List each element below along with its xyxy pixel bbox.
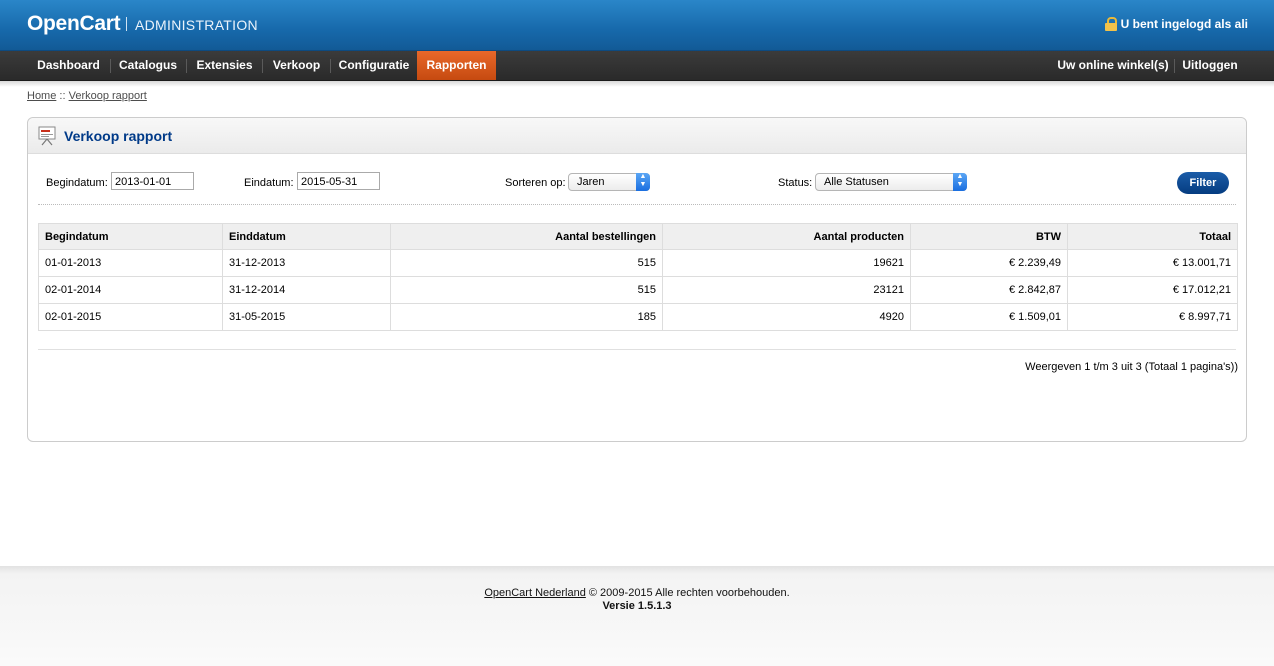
table-row: 02-01-2014 31-12-2014 515 23121 € 2.842,… [38,276,1238,304]
menu-rapporten[interactable]: Rapporten [417,51,496,80]
panel-header: Verkoop rapport [28,118,1246,154]
chevron-updown-icon: ▲ ▼ [953,173,967,191]
footer-link[interactable]: OpenCart Nederland [484,587,586,599]
breadcrumb: Home :: Verkoop rapport [27,90,147,102]
page-title: Verkoop rapport [64,128,173,144]
sort-label: Sorteren op: [505,177,566,189]
footer-version: Versie 1.5.1.3 [602,600,672,612]
cell-tax: € 2.842,87 [910,276,1068,304]
login-text: U bent ingelogd als ali [1120,17,1248,31]
start-date-input[interactable]: 2013-01-01 [111,172,194,190]
cell-start-date: 02-01-2014 [38,276,223,304]
table-header-row: Begindatum Einddatum Aantal bestellingen… [38,223,1238,250]
cell-end-date: 31-05-2015 [222,303,391,331]
header-bar: OpenCart ADMINISTRATION U bent ingelogd … [0,0,1274,51]
lock-icon [1104,17,1117,31]
col-orders[interactable]: Aantal bestellingen [390,223,663,250]
cell-orders: 515 [390,276,663,304]
filter-button[interactable]: Filter [1177,172,1229,194]
cell-products: 19621 [662,249,911,277]
menu-online-shop[interactable]: Uw online winkel(s) [1053,51,1173,80]
cell-total: € 17.012,21 [1067,276,1238,304]
main-menu: Dashboard Catalogus Extensies Verkoop Co… [0,51,1274,81]
report-table: Begindatum Einddatum Aantal bestellingen… [38,223,1238,331]
cell-start-date: 02-01-2015 [38,303,223,331]
cell-products: 23121 [662,276,911,304]
sort-value: Jaren [577,176,605,188]
cell-total: € 8.997,71 [1067,303,1238,331]
menu-shadow [0,81,1274,87]
status-select[interactable]: Alle Statusen ▲ ▼ [815,173,967,191]
menu-catalogus[interactable]: Catalogus [111,51,185,80]
menu-verkoop[interactable]: Verkoop [263,51,330,80]
cell-products: 4920 [662,303,911,331]
cell-end-date: 31-12-2013 [222,249,391,277]
footer-copyright: OpenCart Nederland © 2009-2015 Alle rech… [0,587,1274,599]
menu-extensies[interactable]: Extensies [187,51,262,80]
col-start-date[interactable]: Begindatum [38,223,223,250]
menu-dashboard[interactable]: Dashboard [27,51,110,80]
cell-total: € 13.001,71 [1067,249,1238,277]
status-value: Alle Statusen [824,176,889,188]
status-label: Status: [778,177,813,189]
table-row: 01-01-2013 31-12-2013 515 19621 € 2.239,… [38,249,1238,277]
divider [38,204,1236,205]
admin-label: ADMINISTRATION [135,17,258,33]
breadcrumb-separator: :: [59,90,66,102]
end-date-input[interactable]: 2015-05-31 [297,172,380,190]
col-total[interactable]: Totaal [1067,223,1238,250]
footer: OpenCart Nederland © 2009-2015 Alle rech… [0,566,1274,666]
divider [38,349,1236,350]
col-tax[interactable]: BTW [910,223,1068,250]
chevron-updown-icon: ▲ ▼ [636,173,650,191]
start-date-label: Begindatum: [46,177,108,189]
cell-orders: 185 [390,303,663,331]
report-icon [38,126,56,146]
pagination-info: Weergeven 1 t/m 3 uit 3 (Totaal 1 pagina… [1025,361,1238,373]
cell-tax: € 2.239,49 [910,249,1068,277]
footer-copyright-text: © 2009-2015 Alle rechten voorbehouden. [585,587,790,599]
logo-divider [126,17,127,31]
cell-end-date: 31-12-2014 [222,276,391,304]
login-status: U bent ingelogd als ali [1104,17,1248,31]
cell-tax: € 1.509,01 [910,303,1068,331]
breadcrumb-home[interactable]: Home [27,90,56,102]
cell-start-date: 01-01-2013 [38,249,223,277]
brand-logo[interactable]: OpenCart [27,12,121,36]
menu-configuratie[interactable]: Configuratie [331,51,417,80]
sort-select[interactable]: Jaren ▲ ▼ [568,173,650,191]
table-row: 02-01-2015 31-05-2015 185 4920 € 1.509,0… [38,303,1238,331]
col-products[interactable]: Aantal producten [662,223,911,250]
report-panel: Verkoop rapport Begindatum: 2013-01-01 E… [27,117,1247,442]
cell-orders: 515 [390,249,663,277]
end-date-label: Eindatum: [244,177,294,189]
menu-logout[interactable]: Uitloggen [1175,51,1245,80]
col-end-date[interactable]: Einddatum [222,223,391,250]
breadcrumb-current[interactable]: Verkoop rapport [69,90,147,102]
